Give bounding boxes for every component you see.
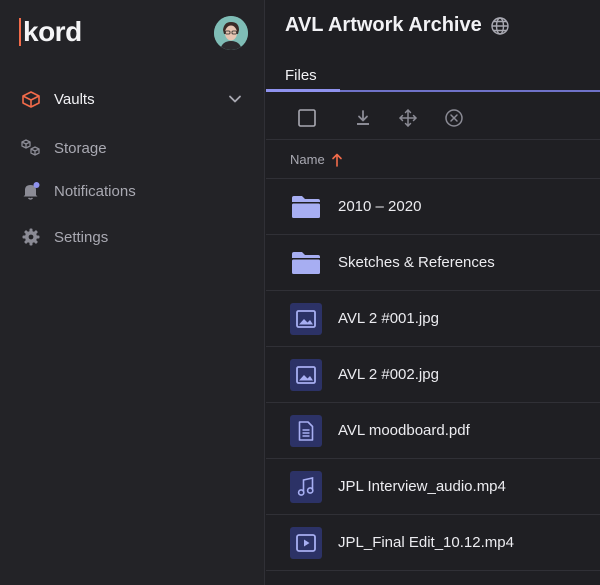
- avatar[interactable]: [214, 16, 248, 50]
- storage-cubes-icon: [20, 137, 42, 159]
- image-file-icon: [290, 302, 322, 335]
- file-name: JPL_Final Edit_10.12.mp4: [338, 534, 514, 551]
- file-row[interactable]: AVL moodboard.pdf: [266, 403, 600, 459]
- active-tab-indicator: [266, 89, 340, 92]
- folder-row[interactable]: 2010 – 2020: [266, 179, 600, 235]
- sidebar-item-vaults[interactable]: Vaults: [20, 84, 245, 114]
- sort-ascending-arrow-icon: [331, 153, 343, 167]
- tab-bar: Files: [266, 58, 600, 92]
- tab-label: Files: [285, 66, 317, 84]
- sort-by-name-header[interactable]: Name: [266, 141, 600, 179]
- sidebar-item-storage[interactable]: Storage: [20, 133, 245, 163]
- sidebar-item-label: Settings: [54, 228, 109, 246]
- folder-row[interactable]: Sketches & References: [266, 235, 600, 291]
- file-name: JPL Interview_audio.mp4: [338, 478, 506, 495]
- select-all-checkbox[interactable]: [295, 106, 319, 130]
- chevron-down-icon[interactable]: [225, 89, 245, 114]
- file-name: 2010 – 2020: [338, 198, 422, 215]
- main-panel: AVL Artwork Archive Files Name 2010 – 20…: [266, 0, 600, 585]
- bell-icon: [20, 180, 42, 202]
- file-row[interactable]: JPL_Final Edit_10.12.mp4: [266, 515, 600, 571]
- sidebar-item-label: Vaults: [54, 90, 95, 108]
- document-file-icon: [290, 414, 322, 447]
- file-row[interactable]: AVL 2 #001.jpg: [266, 291, 600, 347]
- logo-text: kord: [23, 16, 82, 47]
- folder-icon: [290, 247, 322, 279]
- file-row[interactable]: JPL Interview_audio.mp4: [266, 459, 600, 515]
- sidebar-item-label: Storage: [54, 139, 107, 157]
- page-title: AVL Artwork Archive: [285, 14, 482, 36]
- akord-logo[interactable]: kord: [19, 15, 82, 49]
- sidebar-item-label: Notifications: [54, 182, 136, 200]
- file-name: AVL 2 #002.jpg: [338, 366, 439, 383]
- file-name: AVL moodboard.pdf: [338, 422, 470, 439]
- sidebar-item-settings[interactable]: Settings: [20, 222, 245, 252]
- audio-file-icon: [290, 470, 322, 503]
- toolbar: [266, 94, 600, 140]
- image-file-icon: [290, 358, 322, 391]
- sidebar-item-notifications[interactable]: Notifications: [20, 176, 245, 206]
- folder-icon: [290, 191, 322, 223]
- file-name: Sketches & References: [338, 254, 495, 271]
- vault-box-icon: [20, 88, 42, 110]
- sidebar: kord Vaults Storage Notifications Settin…: [0, 0, 265, 585]
- gear-icon: [20, 226, 42, 248]
- move-icon[interactable]: [396, 106, 420, 130]
- logo-accent-bar: [19, 18, 21, 46]
- file-list: 2010 – 2020 Sketches & References AVL 2 …: [266, 179, 600, 571]
- globe-icon: [490, 16, 510, 36]
- revoke-icon[interactable]: [442, 106, 466, 130]
- video-file-icon: [290, 526, 322, 559]
- column-header-name: Name: [290, 152, 325, 167]
- vault-header: AVL Artwork Archive: [285, 14, 510, 37]
- download-icon[interactable]: [351, 106, 375, 130]
- tab-files[interactable]: Files: [266, 58, 340, 92]
- file-row[interactable]: AVL 2 #002.jpg: [266, 347, 600, 403]
- file-name: AVL 2 #001.jpg: [338, 310, 439, 327]
